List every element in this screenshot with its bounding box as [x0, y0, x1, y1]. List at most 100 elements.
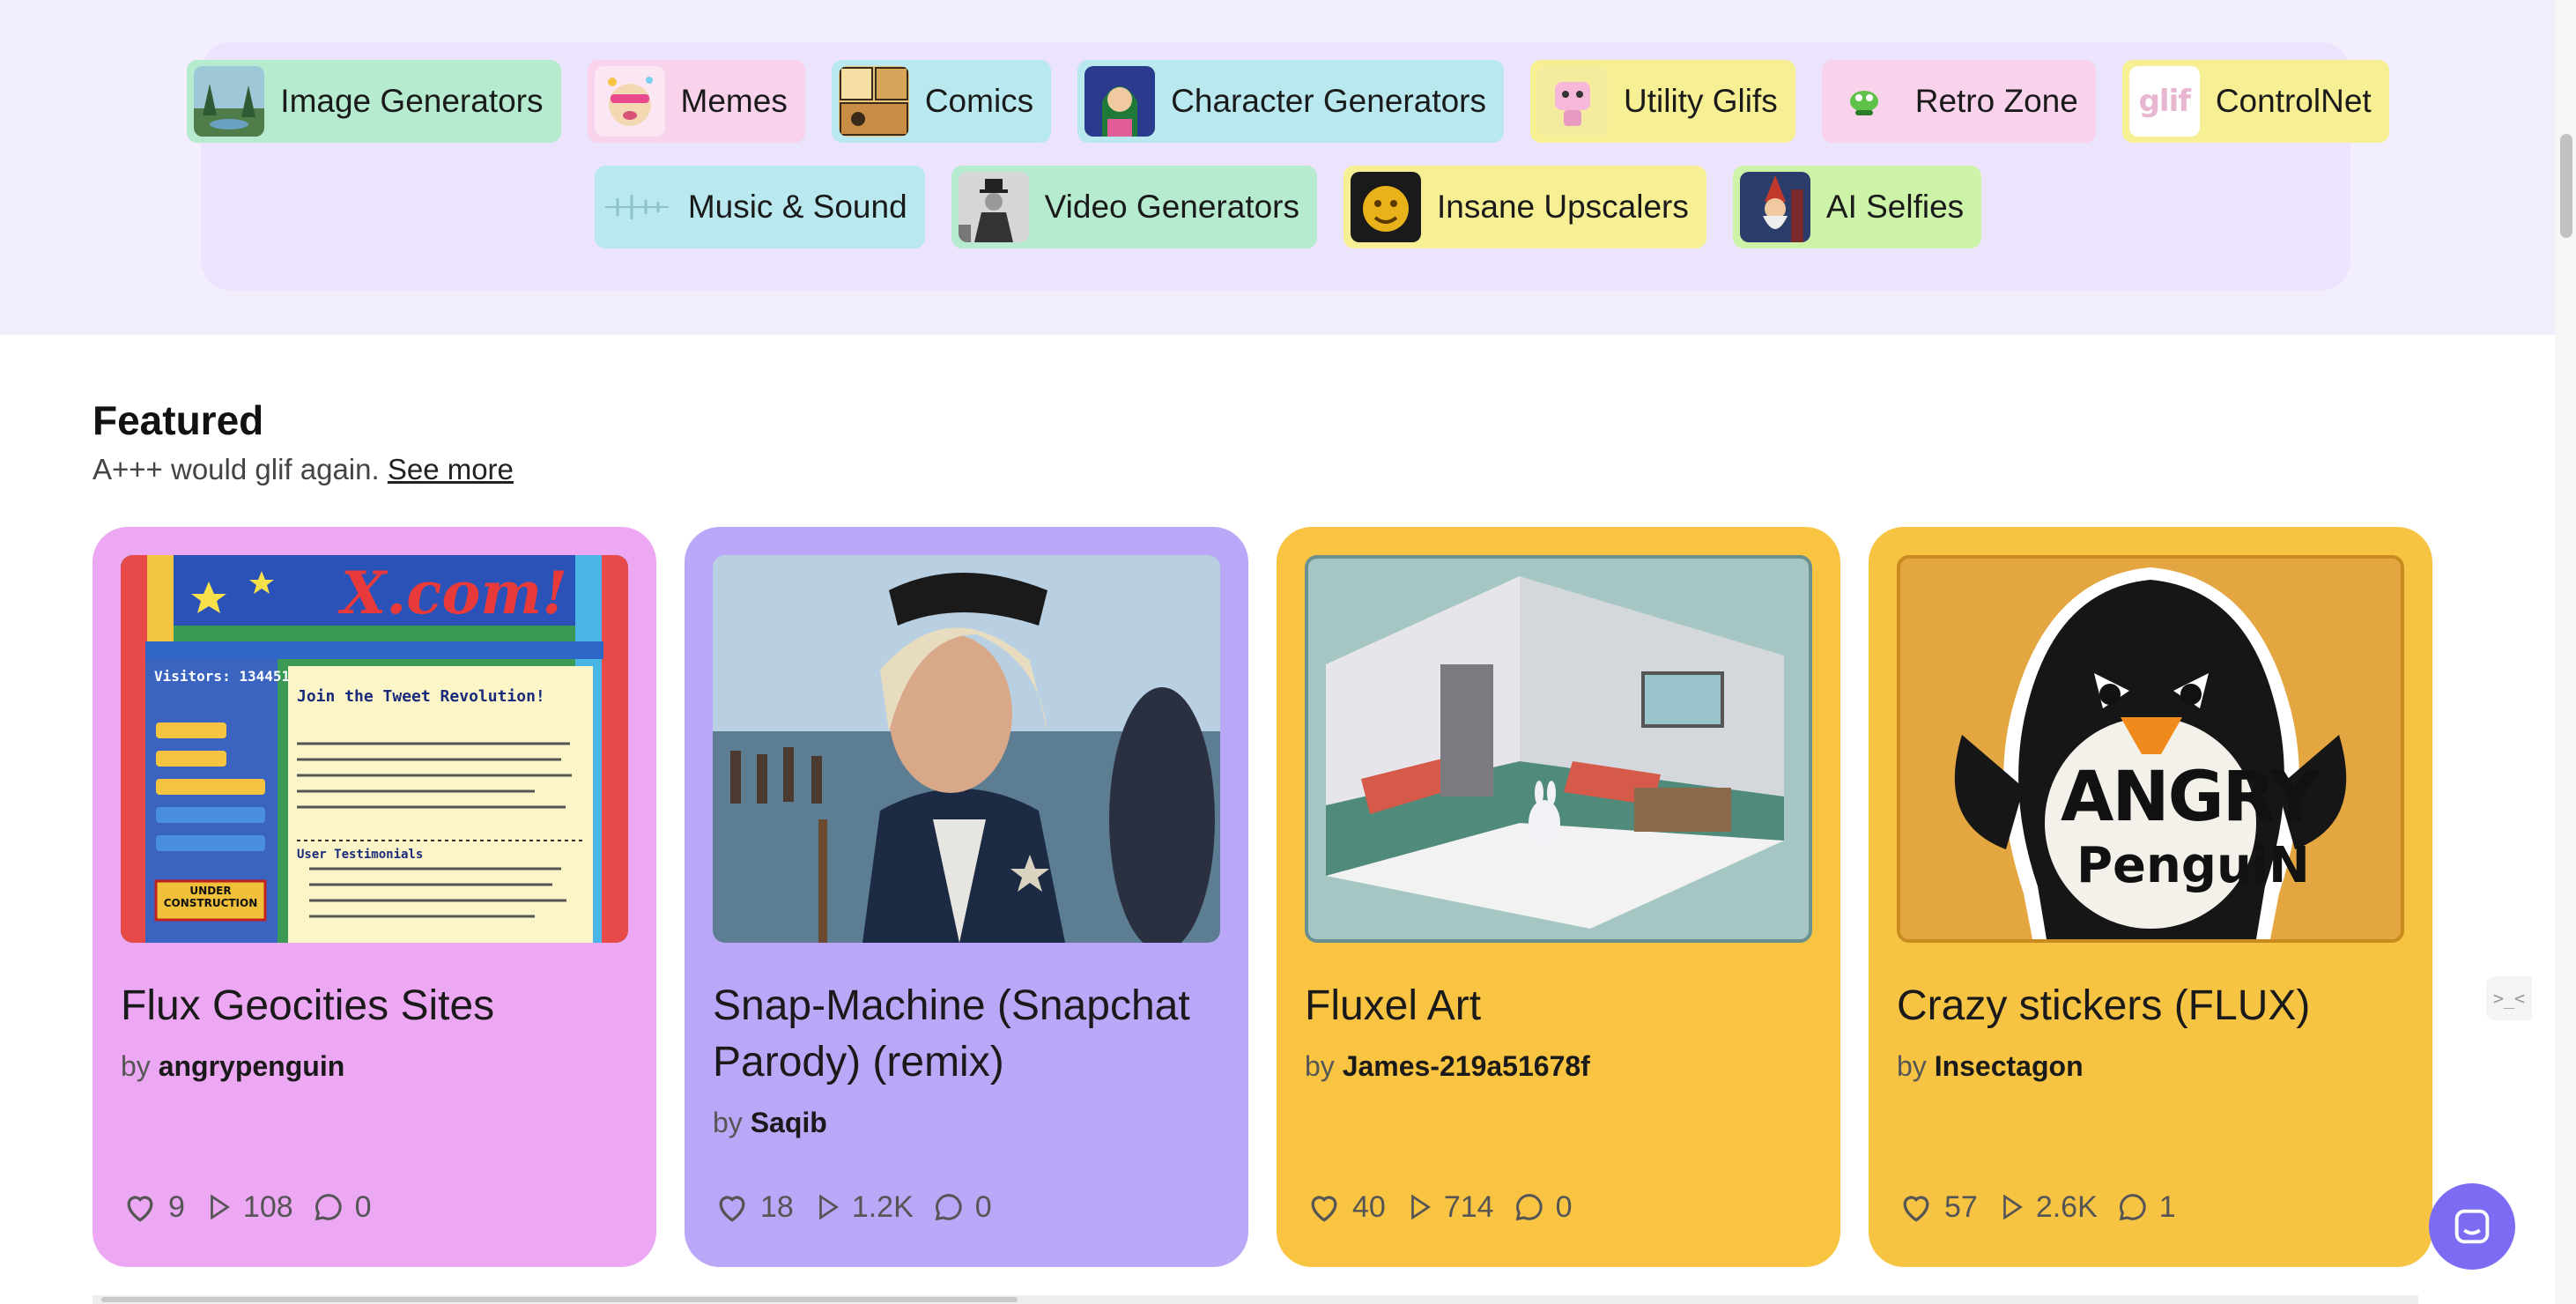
glif-card-fluxel-art[interactable]: Fluxel Art by James-219a51678f 40 714 0 [1277, 527, 1840, 1267]
comments-stat[interactable]: 0 [311, 1189, 372, 1225]
category-image-generators[interactable]: Image Generators [187, 60, 561, 143]
landscape-thumbnail-icon [194, 66, 265, 137]
featured-heading: Featured [93, 397, 264, 443]
category-ai-selfies[interactable]: AI Selfies [1732, 166, 1982, 248]
likes-stat[interactable]: 9 [121, 1188, 185, 1226]
likes-count: 18 [760, 1189, 794, 1224]
play-icon [1410, 1194, 1431, 1220]
comments-count: 0 [1555, 1189, 1573, 1224]
heart-icon [1903, 1196, 1929, 1222]
likes-stat[interactable]: 57 [1897, 1188, 1978, 1226]
card-author: by James-219a51678f [1305, 1050, 1812, 1083]
category-label: Utility Glifs [1624, 83, 1778, 119]
alien-icon [1828, 66, 1899, 137]
author-prefix: by [1305, 1050, 1335, 1082]
card-thumbnail [1305, 555, 1812, 943]
category-insane-upscalers[interactable]: Insane Upscalers [1344, 166, 1706, 248]
author-name[interactable]: Insectagon [1935, 1050, 2084, 1082]
category-label: Character Generators [1171, 83, 1486, 119]
category-music-sound[interactable]: Music & Sound [594, 166, 925, 248]
geocities-visitors-text: Visitors: 134451 [154, 668, 291, 685]
category-label: Image Generators [280, 83, 544, 119]
categories-row-2: Music & Sound Video Generators Insane Up… [0, 166, 2576, 248]
category-video-generators[interactable]: Video Generators [951, 166, 1318, 248]
card-thumbnail [713, 555, 1220, 943]
comment-icon [315, 1194, 342, 1221]
runs-stat: 108 [203, 1189, 293, 1225]
runs-stat: 2.6K [1995, 1189, 2098, 1225]
runs-stat: 1.2K [811, 1189, 914, 1225]
comment-icon [2119, 1194, 2146, 1221]
golden-face-icon [1351, 172, 1422, 242]
likes-count: 9 [168, 1189, 185, 1224]
author-name[interactable]: angrypenguin [159, 1050, 345, 1082]
meme-dog-icon [594, 66, 665, 137]
card-author: by angrypenguin [121, 1050, 628, 1083]
runs-stat: 714 [1403, 1189, 1494, 1225]
likes-stat[interactable]: 40 [1305, 1188, 1386, 1226]
chat-icon [2454, 1209, 2490, 1244]
robot-icon [1537, 66, 1608, 137]
author-prefix: by [1897, 1050, 1927, 1082]
comments-stat[interactable]: 0 [931, 1189, 992, 1225]
card-stats: 40 714 0 [1305, 1188, 1572, 1226]
author-name[interactable]: James-219a51678f [1343, 1050, 1590, 1082]
waveform-icon [602, 172, 672, 242]
vertical-scrollbar[interactable] [2555, 0, 2576, 1304]
author-prefix: by [121, 1050, 151, 1082]
horizontal-scroll-thumb[interactable] [101, 1297, 1018, 1302]
geocities-banner-text: X.com! [341, 559, 568, 627]
category-label: Video Generators [1044, 189, 1300, 225]
geocities-testimonials-text: User Testimonials [297, 848, 424, 862]
glif-logo-icon: glif [2128, 66, 2200, 137]
play-icon [2002, 1194, 2023, 1220]
geocities-construction-text: UNDER CONSTRUCTION [163, 885, 258, 909]
comments-count: 0 [354, 1189, 372, 1224]
card-author: by Insectagon [1897, 1050, 2404, 1083]
heart-icon [127, 1196, 153, 1222]
glif-card-crazy-stickers[interactable]: ANGRY PenguiN Crazy stickers (FLUX) by I… [1869, 527, 2432, 1267]
card-stats: 57 2.6K 1 [1897, 1188, 2176, 1226]
comment-icon [1515, 1194, 1543, 1221]
category-utility-glifs[interactable]: Utility Glifs [1530, 60, 1795, 143]
heart-icon [1311, 1196, 1337, 1222]
runs-count: 2.6K [2035, 1189, 2098, 1224]
category-comics[interactable]: Comics [831, 60, 1052, 143]
featured-tagline: A+++ would glif again. [93, 453, 380, 485]
likes-count: 57 [1944, 1189, 1978, 1224]
comments-count: 0 [974, 1189, 992, 1224]
horizontal-scrollbar[interactable] [93, 1295, 2418, 1304]
author-name[interactable]: Saqib [751, 1107, 827, 1138]
likes-count: 40 [1352, 1189, 1386, 1224]
category-label: ControlNet [2215, 83, 2372, 119]
card-author: by Saqib [713, 1107, 1220, 1139]
glif-logo-text: glif [2138, 84, 2191, 119]
category-label: AI Selfies [1825, 189, 1965, 225]
likes-stat[interactable]: 18 [713, 1188, 794, 1226]
comments-stat[interactable]: 1 [2115, 1189, 2176, 1225]
card-thumbnail: ANGRY PenguiN [1897, 555, 2404, 943]
category-label: Music & Sound [687, 189, 907, 225]
comments-stat[interactable]: 0 [1512, 1189, 1573, 1225]
category-retro-zone[interactable]: Retro Zone [1821, 60, 2096, 143]
vertical-scroll-thumb[interactable] [2560, 134, 2572, 238]
category-memes[interactable]: Memes [587, 60, 805, 143]
card-title: Flux Geocities Sites [121, 982, 495, 1029]
vintage-photo-icon [958, 172, 1029, 242]
card-title: Fluxel Art [1305, 982, 1482, 1029]
sticker-text-line1: ANGRY [2061, 758, 2320, 837]
runs-count: 108 [242, 1189, 293, 1224]
wizard-selfie-icon [1739, 172, 1810, 242]
category-label: Insane Upscalers [1437, 189, 1689, 225]
see-more-link[interactable]: See more [388, 453, 514, 485]
play-icon [818, 1194, 839, 1220]
glif-card-flux-geocities[interactable]: X.com! Visitors: 134451 Join the Tweet R… [93, 527, 656, 1267]
category-character-generators[interactable]: Character Generators [1077, 60, 1504, 143]
geocities-heading-text: Join the Tweet Revolution! [297, 687, 545, 706]
play-icon [211, 1194, 230, 1220]
category-controlnet[interactable]: glif ControlNet [2121, 60, 2389, 143]
side-feedback-tab[interactable]: >_< [2486, 976, 2532, 1020]
chat-launcher-button[interactable] [2429, 1183, 2515, 1270]
glif-card-snap-machine[interactable]: Snap-Machine (Snapchat Parody) (remix) b… [685, 527, 1248, 1267]
comment-icon [935, 1194, 962, 1221]
